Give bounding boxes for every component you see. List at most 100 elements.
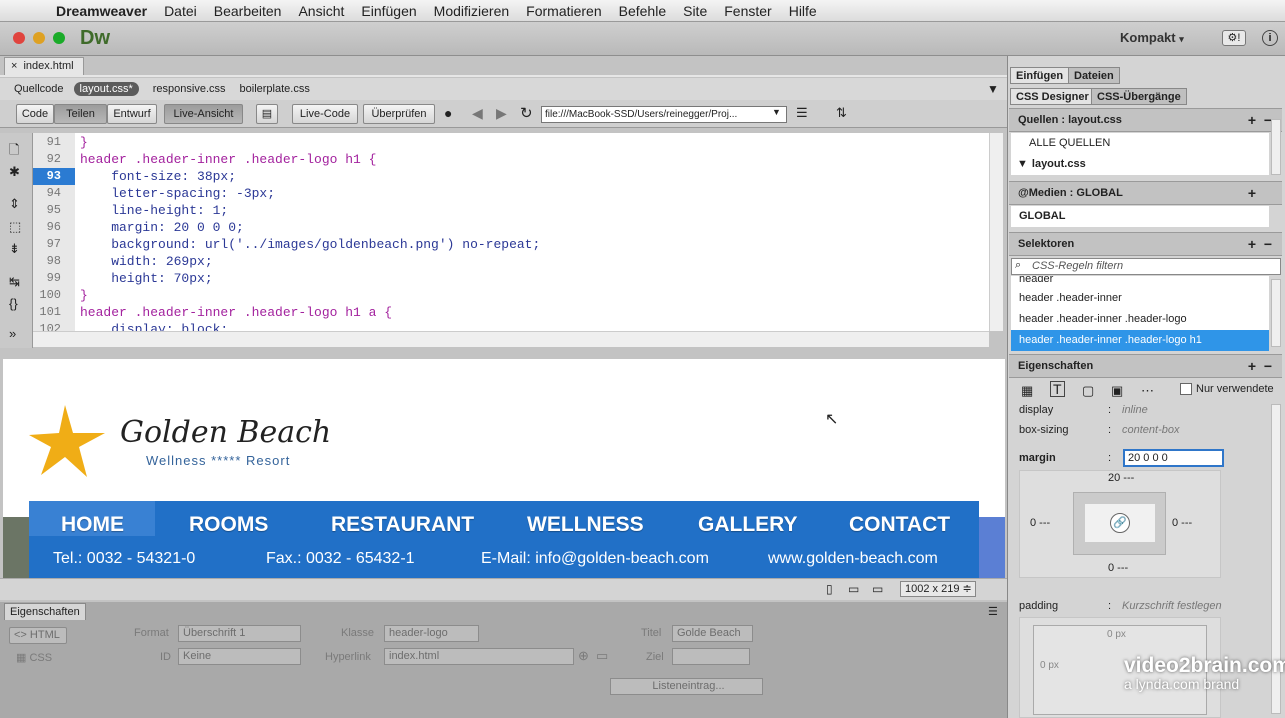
code-line[interactable]: header .header-inner .header-logo h1 a { <box>80 304 392 321</box>
code-line[interactable]: header .header-inner .header-logo h1 { <box>80 151 376 168</box>
nav-contact[interactable]: CONTACT <box>849 513 950 537</box>
sort-icon[interactable]: ⇅ <box>836 105 847 121</box>
layout-category-icon[interactable]: ▦ <box>1021 383 1033 399</box>
add-media-icon[interactable]: + <box>1248 182 1256 204</box>
code-line[interactable]: } <box>80 287 88 304</box>
tablet-size-icon[interactable]: ▭ <box>848 582 859 596</box>
nav-rooms[interactable]: ROOMS <box>189 513 268 537</box>
selector-header-logo[interactable]: header .header-inner .header-logo <box>1011 309 1269 330</box>
desktop-size-icon[interactable]: ▭ <box>872 582 883 596</box>
target-select[interactable] <box>672 648 750 665</box>
html-mode-button[interactable]: <> HTML <box>9 627 67 644</box>
inspect-button[interactable]: Überprüfen <box>363 104 435 124</box>
code-line[interactable]: background: url('../images/goldenbeach.p… <box>80 236 540 253</box>
margin-top-value[interactable]: 20 --- <box>1108 472 1134 484</box>
select-parent-icon[interactable]: ⬚ <box>9 219 21 235</box>
info-icon[interactable]: i <box>1262 30 1278 46</box>
browse-folder-icon[interactable]: ▭ <box>596 648 608 664</box>
code-vertical-scrollbar[interactable] <box>989 133 1003 331</box>
sync-settings-icon[interactable]: ⚙! <box>1222 30 1246 46</box>
code-line[interactable]: } <box>80 134 88 151</box>
tab-insert[interactable]: Einfügen <box>1010 67 1070 84</box>
menu-site[interactable]: Site <box>683 3 707 19</box>
code-line[interactable]: height: 70px; <box>80 270 212 287</box>
more-category-icon[interactable]: ⋯ <box>1141 383 1154 399</box>
add-property-icon[interactable]: + <box>1248 355 1256 377</box>
tab-index-html[interactable]: × index.html <box>4 57 84 75</box>
nav-home[interactable]: HOME <box>61 513 124 537</box>
margin-input[interactable]: 20 0 0 0 <box>1123 449 1224 467</box>
only-used-checkbox[interactable] <box>1180 383 1192 395</box>
properties-tab[interactable]: Eigenschaften <box>4 603 86 620</box>
phone-size-icon[interactable]: ▯ <box>826 582 833 596</box>
panel-menu-icon[interactable]: ☰ <box>988 605 998 618</box>
design-view-button[interactable]: Entwurf <box>107 104 157 124</box>
menu-bearbeiten[interactable]: Bearbeiten <box>214 3 282 19</box>
refresh-icon[interactable]: ↻ <box>520 104 533 122</box>
source-layout-css[interactable]: ▼ layout.css <box>1011 154 1269 175</box>
url-input[interactable]: file:///MacBook-SSD/Users/reinegger/Proj… <box>541 106 787 123</box>
related-file-responsive-css[interactable]: responsive.css <box>153 83 226 95</box>
related-file-layout-css[interactable]: layout.css* <box>73 82 139 96</box>
menu-ansicht[interactable]: Ansicht <box>298 3 344 19</box>
minimize-window-button[interactable] <box>33 32 45 44</box>
code-line[interactable]: font-size: 38px; <box>80 168 236 185</box>
tab-css-transitions[interactable]: CSS-Übergänge <box>1091 88 1187 105</box>
collapse-icon[interactable]: ✱ <box>9 164 20 180</box>
class-select[interactable]: header-logo <box>384 625 479 642</box>
padding-left-value[interactable]: 0 px <box>1040 660 1059 671</box>
add-source-icon[interactable]: + <box>1248 109 1256 131</box>
related-file-boilerplate-css[interactable]: boilerplate.css <box>240 83 310 95</box>
split-view-button[interactable]: Teilen <box>54 104 107 124</box>
padding-value[interactable]: Kurzschrift festlegen <box>1122 600 1222 612</box>
close-window-button[interactable] <box>13 32 25 44</box>
code-horizontal-scrollbar[interactable] <box>33 331 989 347</box>
menu-befehle[interactable]: Befehle <box>619 3 666 19</box>
id-select[interactable]: Keine <box>178 648 301 665</box>
braces-icon[interactable]: {} <box>9 296 18 311</box>
list-item-button[interactable]: Listeneintrag... <box>610 678 763 695</box>
menu-app[interactable]: Dreamweaver <box>56 3 147 19</box>
live-code-button[interactable]: Live-Code <box>292 104 358 124</box>
css-filter-input[interactable]: CSS-Regeln filtern <box>1011 258 1281 275</box>
balance-icon[interactable]: ⇟ <box>9 241 20 257</box>
selectors-scrollbar[interactable] <box>1271 279 1281 347</box>
menu-fenster[interactable]: Fenster <box>724 3 771 19</box>
tab-files[interactable]: Dateien <box>1068 67 1120 84</box>
nav-gallery[interactable]: GALLERY <box>698 513 798 537</box>
selector-header-logo-h1[interactable]: header .header-inner .header-logo h1 <box>1011 330 1269 351</box>
related-file-source[interactable]: Quellcode <box>14 83 64 95</box>
border-category-icon[interactable]: ▢ <box>1082 383 1094 399</box>
selector-header[interactable]: header <box>1011 276 1269 288</box>
code-line[interactable]: line-height: 1; <box>80 202 228 219</box>
zoom-window-button[interactable] <box>53 32 65 44</box>
list-options-icon[interactable]: ☰ <box>796 105 808 121</box>
close-tab-icon[interactable]: × <box>11 60 17 72</box>
margin-right-value[interactable]: 0 --- <box>1172 517 1192 529</box>
display-value[interactable]: inline <box>1122 404 1148 416</box>
media-global[interactable]: GLOBAL <box>1011 206 1269 227</box>
sources-scrollbar[interactable] <box>1271 119 1281 175</box>
design-view[interactable]: Golden Beach Wellness ***** Resort HOME … <box>3 359 1005 578</box>
menu-einfuegen[interactable]: Einfügen <box>361 3 416 19</box>
title-input[interactable]: Golde Beach <box>672 625 753 642</box>
url-dropdown-icon[interactable]: ▼ <box>772 107 781 117</box>
link-margins-icon[interactable]: 🔗 <box>1110 513 1130 533</box>
code-view-button[interactable]: Code <box>16 104 54 124</box>
contact-web[interactable]: www.golden-beach.com <box>768 550 938 568</box>
background-category-icon[interactable]: ▣ <box>1111 383 1123 399</box>
padding-top-value[interactable]: 0 px <box>1107 629 1126 640</box>
selector-header-inner[interactable]: header .header-inner <box>1011 288 1269 309</box>
open-doc-icon[interactable]: 🗋 <box>9 141 19 163</box>
source-all[interactable]: ALLE QUELLEN <box>1011 133 1269 154</box>
menu-formatieren[interactable]: Formatieren <box>526 3 601 19</box>
code-editor[interactable]: 91 92 93 94 95 96 97 98 99 100 101 102 } header .hea… <box>33 133 989 331</box>
nav-restaurant[interactable]: RESTAURANT <box>331 513 474 537</box>
layout-icon[interactable]: ▤ <box>256 104 278 124</box>
link-input[interactable]: index.html <box>384 648 574 665</box>
remove-selector-icon[interactable]: − <box>1264 233 1272 255</box>
indent-icon[interactable]: ↹ <box>9 274 20 290</box>
margin-left-value[interactable]: 0 --- <box>1030 517 1050 529</box>
menu-hilfe[interactable]: Hilfe <box>789 3 817 19</box>
live-view-button[interactable]: Live-Ansicht <box>164 104 243 124</box>
